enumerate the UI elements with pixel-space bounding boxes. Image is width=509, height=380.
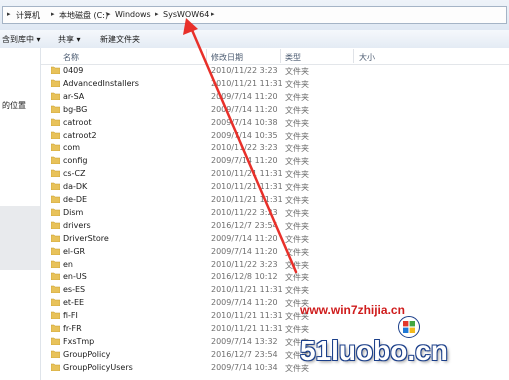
watermark-url: www.win7zhijia.cn — [300, 303, 405, 317]
annotation-arrow — [183, 18, 298, 274]
watermark-brand: 51luobo.cn — [300, 335, 448, 366]
